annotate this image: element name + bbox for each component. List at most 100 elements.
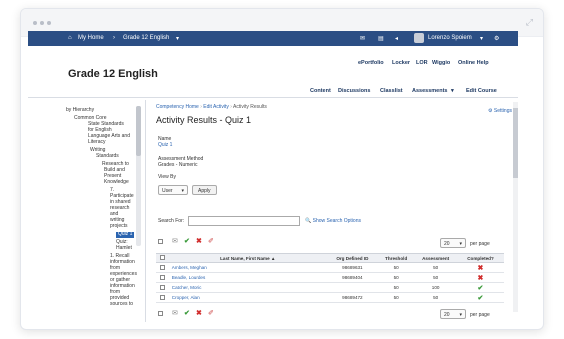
updates-icon[interactable]: ◂ xyxy=(395,35,398,42)
mark-incomplete-icon[interactable]: ✖ xyxy=(196,237,202,245)
expand-icon[interactable]: ⤢ xyxy=(526,17,533,28)
search-input[interactable] xyxy=(188,216,300,226)
notification-icon[interactable]: ▤ xyxy=(378,35,384,42)
user-menu-chevron-icon[interactable]: ▾ xyxy=(480,35,483,42)
window-dot xyxy=(33,21,37,25)
show-search-options-link[interactable]: 🔍 Show Search Options xyxy=(305,218,361,224)
threshold-cell: 50 xyxy=(378,282,415,293)
student-name-link[interactable]: Catcher, Moric xyxy=(168,282,327,293)
message-icon[interactable]: ✉ xyxy=(360,35,365,42)
student-name-link[interactable]: Ambers, Meghan xyxy=(168,262,327,273)
chevron-down-icon: ▾ xyxy=(181,188,184,194)
threshold-cell: 50 xyxy=(378,262,415,273)
completed-cell: ✔ xyxy=(456,282,504,293)
per-page-label: per page xyxy=(470,241,490,247)
breadcrumb-separator: › xyxy=(113,35,115,41)
per-page-value: 20 xyxy=(444,241,450,247)
settings-link[interactable]: ⚙ Settings xyxy=(488,108,512,114)
checkbox[interactable] xyxy=(159,284,165,290)
incomplete-icon: ✖ xyxy=(477,264,484,272)
show-search-options-label[interactable]: Show Search Options xyxy=(313,218,361,224)
complete-icon: ✔ xyxy=(477,294,484,302)
email-icon[interactable]: ✉ xyxy=(172,237,178,245)
name-column-header[interactable]: Last Name, First Name ▲ xyxy=(168,253,327,263)
mark-complete-icon[interactable]: ✔ xyxy=(184,237,190,245)
assessment-column-header[interactable]: Assessment xyxy=(414,253,457,263)
search-label: Search For: xyxy=(158,218,185,224)
table-row: Ambers, Meghan 98689631 50 50 ✖ xyxy=(156,262,504,273)
method-value: Grades - Numeric xyxy=(158,162,198,168)
apply-button[interactable]: Apply xyxy=(192,185,217,195)
breadcrumb-edit-activity[interactable]: Edit Activity xyxy=(203,104,229,110)
chevron-down-icon[interactable]: ▾ xyxy=(451,88,454,94)
scroll-thumb[interactable] xyxy=(513,108,518,178)
threshold-column-header[interactable]: Threshold xyxy=(378,253,415,263)
assessment-cell: 50 xyxy=(414,292,457,303)
checkbox[interactable] xyxy=(159,255,165,260)
chevron-down-icon[interactable]: ▾ xyxy=(176,35,179,42)
org-id-column-header[interactable]: Org Defined ID xyxy=(326,253,379,263)
name-header-label[interactable]: Last Name, First Name xyxy=(220,256,270,261)
chevron-down-icon: ▾ xyxy=(459,241,462,247)
checkbox[interactable] xyxy=(158,311,163,316)
org-id-cell: 98689404 xyxy=(326,272,379,283)
tree-scrollbar[interactable] xyxy=(136,106,141,246)
view-by-select[interactable]: User ▾ xyxy=(158,185,188,195)
checkbox[interactable] xyxy=(159,294,165,300)
nav-home-link[interactable]: My Home xyxy=(78,35,104,41)
select-all-checkbox-bottom[interactable] xyxy=(158,311,163,318)
per-page-select-top[interactable]: 20 ▾ xyxy=(440,238,466,248)
link-eportfolio[interactable]: ePortfolio xyxy=(358,60,384,66)
name-value[interactable]: Quiz 1 xyxy=(158,142,172,148)
nav-assessments[interactable]: Assessments xyxy=(412,88,447,94)
user-name[interactable]: Lorenzo Spoiem xyxy=(428,35,472,41)
gear-icon[interactable]: ⚙ xyxy=(494,35,499,42)
top-navbar: ⌂ My Home › Grade 12 English ▾ ✉ ▤ ◂ Lor… xyxy=(28,31,518,46)
email-icon[interactable]: ✉ xyxy=(172,309,178,317)
link-wiggio[interactable]: Wiggio xyxy=(432,60,450,66)
student-name-link[interactable]: Cropper, Alan xyxy=(168,292,327,303)
tree-node: sources to xyxy=(110,301,134,307)
completed-cell: ✔ xyxy=(456,292,504,303)
link-online-help[interactable]: Online Help xyxy=(458,60,489,66)
row-checkbox-cell[interactable] xyxy=(156,282,169,293)
breadcrumb-current: Activity Results xyxy=(233,104,267,110)
nav-edit-course[interactable]: Edit Course xyxy=(466,88,497,94)
student-name-link[interactable]: Beadle, Lourdes xyxy=(168,272,327,283)
scroll-thumb[interactable] xyxy=(136,106,141,156)
checkbox[interactable] xyxy=(159,264,165,270)
tree-node[interactable]: by Hierarchy xyxy=(66,107,94,114)
per-page-select-bottom[interactable]: 20 ▾ xyxy=(440,309,466,319)
main-panel: Competency Home › Edit Activity › Activi… xyxy=(150,100,518,322)
nav-content[interactable]: Content xyxy=(310,88,331,94)
mark-incomplete-icon[interactable]: ✖ xyxy=(196,309,202,317)
tree-node: projects xyxy=(110,223,128,229)
settings-label[interactable]: Settings xyxy=(494,108,512,114)
home-icon[interactable]: ⌂ xyxy=(68,35,72,41)
nav-course-link[interactable]: Grade 12 English xyxy=(123,35,169,41)
select-all-checkbox[interactable] xyxy=(158,239,163,246)
mark-complete-icon[interactable]: ✔ xyxy=(184,309,190,317)
tree-node-selected[interactable]: Quiz 1 xyxy=(116,231,135,238)
window-dot xyxy=(40,21,44,25)
clear-icon[interactable]: ✐ xyxy=(208,309,214,317)
tree-node: Literacy xyxy=(88,139,106,145)
completed-column-header[interactable]: Completed? xyxy=(456,253,504,263)
checkbox[interactable] xyxy=(159,274,165,280)
tree-node: Hamlet xyxy=(116,245,132,251)
nav-classlist[interactable]: Classlist xyxy=(380,88,403,94)
main-scrollbar[interactable] xyxy=(513,102,518,312)
page-title: Activity Results - Quiz 1 xyxy=(156,115,252,125)
row-checkbox-cell[interactable] xyxy=(156,262,169,273)
clear-icon[interactable]: ✐ xyxy=(208,237,214,245)
link-lor[interactable]: LOR xyxy=(416,60,428,66)
view-by-label: View By xyxy=(158,174,176,180)
row-checkbox-cell[interactable] xyxy=(156,272,169,283)
row-checkbox-cell[interactable] xyxy=(156,292,169,303)
link-locker[interactable]: Locker xyxy=(392,60,410,66)
breadcrumb: Competency Home › Edit Activity › Activi… xyxy=(156,104,267,110)
nav-discussions[interactable]: Discussions xyxy=(338,88,370,94)
checkbox[interactable] xyxy=(158,239,163,244)
breadcrumb-competency-home[interactable]: Competency Home xyxy=(156,104,199,110)
org-id-cell: 98689472 xyxy=(326,292,379,303)
